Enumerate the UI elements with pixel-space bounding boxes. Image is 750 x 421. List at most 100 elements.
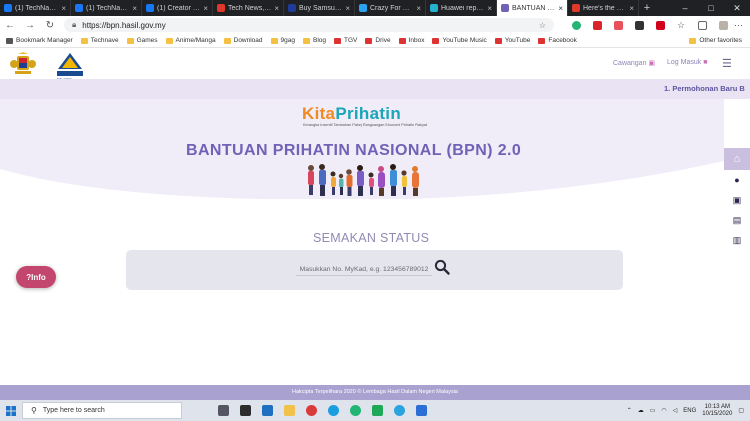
bookmark-item[interactable]: Inbox [398, 37, 424, 44]
bookmark-item[interactable]: Anime/Manga [165, 37, 216, 44]
flag-extension-icon[interactable] [656, 20, 665, 30]
document-icon[interactable]: ▤ [724, 210, 750, 230]
favorites-star-icon[interactable]: ☆ [677, 20, 686, 30]
bookmark-label: YouTube Music [442, 37, 487, 44]
browser-tab[interactable]: Tech News, Ga × [213, 0, 284, 16]
chevron-up-icon[interactable]: ⌃ [627, 407, 632, 414]
bookmark-item[interactable]: Games [126, 37, 158, 44]
address-bar[interactable]: 🔒︎ https://bpn.hasil.gov.my ☆ [64, 18, 554, 32]
bookmark-item[interactable]: Facebook [538, 37, 577, 44]
search-icon[interactable] [434, 259, 450, 275]
notification-icon[interactable]: ▢ [738, 407, 744, 414]
tab-close-icon[interactable]: × [61, 4, 66, 13]
site-icon [398, 37, 406, 44]
edge-icon[interactable] [328, 405, 339, 416]
folder-icon [165, 37, 173, 44]
tab-close-icon[interactable]: × [345, 4, 350, 13]
tab-title: (1) Creator Stu [157, 4, 201, 12]
tab-close-icon[interactable]: × [558, 4, 563, 13]
close-window-button[interactable]: ✕ [724, 0, 750, 16]
tab-close-icon[interactable]: × [487, 4, 492, 13]
maximize-button[interactable]: □ [698, 0, 724, 16]
mail-icon[interactable] [262, 405, 273, 416]
file-explorer-icon[interactable] [284, 405, 295, 416]
site-icon [365, 37, 373, 44]
clock[interactable]: 10:13 AM 10/15/2020 [702, 404, 732, 418]
folder-icon [689, 37, 697, 44]
profile-avatar[interactable] [719, 20, 728, 30]
taskbar-search[interactable]: ⚲ Type here to search [22, 402, 182, 419]
browser-tab[interactable]: Crazy For You: × [355, 0, 426, 16]
browser-tab[interactable]: Here's the sun × [568, 0, 639, 16]
lock-icon: 🔒︎ [72, 20, 77, 29]
tab-favicon-icon [217, 4, 225, 12]
bookmark-item[interactable]: Bookmark Manager [6, 37, 73, 44]
bookmark-item[interactable]: Technave [80, 37, 119, 44]
grammarly-icon[interactable] [350, 405, 361, 416]
battery-icon[interactable]: ▭ [650, 407, 656, 414]
word-icon[interactable] [416, 405, 427, 416]
login-link[interactable]: Log Masuk ■ [667, 59, 707, 66]
bookmark-item[interactable]: YouTube Music [432, 37, 487, 44]
language-indicator[interactable]: ENG [683, 408, 696, 414]
tab-close-icon[interactable]: × [416, 4, 421, 13]
tab-title: Huawei report [441, 4, 485, 12]
minimize-button[interactable]: – [672, 0, 698, 16]
collections-icon[interactable] [698, 20, 707, 30]
tab-title: Buy Samsung G [299, 4, 343, 12]
hamburger-menu-icon[interactable]: ☰ [722, 57, 732, 70]
volume-icon[interactable]: ◁ [673, 407, 678, 414]
home-icon[interactable]: ⌂ [724, 148, 750, 170]
browser-tab[interactable]: BANTUAN PRI × [497, 0, 568, 16]
forward-button[interactable]: → [20, 20, 40, 31]
mykad-input[interactable] [296, 264, 432, 276]
whatsapp-icon[interactable] [372, 405, 383, 416]
reload-button[interactable]: ↻ [40, 20, 60, 31]
site-footer: Hakcipta Terpelihara 2020 © Lembaga Hasi… [0, 385, 750, 400]
cawangan-link[interactable]: Cawangan ▣ [613, 59, 655, 67]
tab-title: (1) TechNave | [86, 4, 130, 12]
tab-close-icon[interactable]: × [629, 4, 634, 13]
bookmark-item[interactable]: 9gag [270, 37, 295, 44]
puzzle-extension-icon[interactable] [635, 20, 644, 30]
telegram-icon[interactable] [394, 405, 405, 416]
bookmark-item[interactable]: Download [223, 37, 263, 44]
store-icon[interactable] [240, 405, 251, 416]
browser-tab[interactable]: Huawei report × [426, 0, 497, 16]
wifi-icon[interactable]: ◠ [661, 407, 666, 414]
windows-start-icon[interactable] [0, 405, 22, 416]
browser-tab[interactable]: (1) TechNave | × [71, 0, 142, 16]
profile-card-icon[interactable]: ▣ [724, 190, 750, 210]
tab-title: Here's the sun [583, 4, 627, 12]
browser-tab[interactable]: (1) TechNave | × [0, 0, 71, 16]
task-view-icon[interactable] [218, 405, 229, 416]
file-icon[interactable]: ▥ [724, 230, 750, 250]
tab-strip: (1) TechNave | × (1) TechNave | × (1) Creato… [0, 0, 750, 16]
lastpass-extension-icon[interactable] [593, 20, 602, 30]
browser-tab[interactable]: Buy Samsung G× [284, 0, 355, 16]
clock-date: 10/15/2020 [702, 410, 733, 417]
tab-close-icon[interactable]: × [274, 4, 279, 13]
new-tab-button[interactable]: + [639, 0, 655, 16]
browser-tab[interactable]: (1) Creator Stu × [142, 0, 213, 16]
site-icon [538, 37, 546, 44]
app-icon[interactable] [306, 405, 317, 416]
info-button[interactable]: ?Info [16, 266, 56, 288]
bookmark-item[interactable]: YouTube [494, 37, 531, 44]
back-button[interactable]: ← [0, 20, 20, 31]
bookmark-star-icon[interactable]: ☆ [539, 21, 546, 30]
cloud-icon[interactable]: ☁ [638, 407, 644, 414]
tab-close-icon[interactable]: × [203, 4, 208, 13]
user-icon[interactable]: ● [724, 170, 750, 190]
other-bookmarks[interactable]: Other favorites [689, 37, 742, 44]
bookmark-item[interactable]: Drive [365, 37, 391, 44]
bookmark-item[interactable]: Blog [303, 37, 326, 44]
tab-close-icon[interactable]: × [132, 4, 137, 13]
grammarly-extension-icon[interactable] [572, 20, 581, 30]
search-icon: ⚲ [31, 406, 37, 415]
more-menu-icon[interactable]: ⋯ [734, 20, 743, 31]
bookmark-item[interactable]: TGV [334, 37, 357, 44]
bookmark-label: Drive [375, 37, 391, 44]
pocket-extension-icon[interactable] [614, 20, 623, 30]
bookmark-label: YouTube [504, 37, 531, 44]
